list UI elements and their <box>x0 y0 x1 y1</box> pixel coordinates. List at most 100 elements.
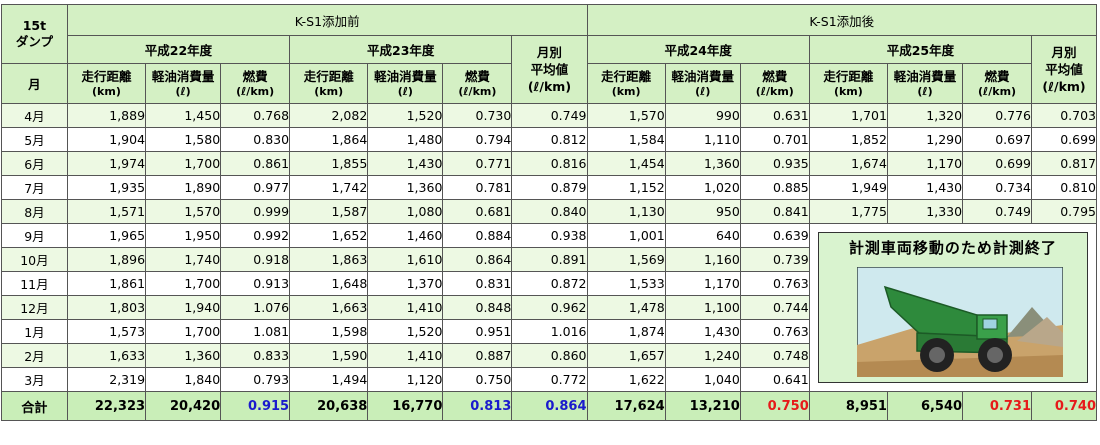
distance-cell: 1,775 <box>808 199 888 224</box>
average-cell: 0.864 <box>511 391 588 421</box>
average-cell: 0.938 <box>511 223 588 248</box>
fuel-cell: 1,410 <box>367 343 444 368</box>
efficiency-cell: 0.951 <box>442 319 513 344</box>
table-row: 8月 1,571 1,570 0.999 1,587 1,080 0.681 0.840 1,1… <box>1 199 1097 224</box>
average-cell: 0.703 <box>1031 103 1097 128</box>
fuel-cell: 1,700 <box>145 319 222 344</box>
efficiency-cell: 0.763 <box>739 319 810 344</box>
fuel-cell: 1,460 <box>367 223 444 248</box>
distance-cell: 1,598 <box>289 319 369 344</box>
fuel-cell: 1,020 <box>664 175 741 200</box>
distance-cell: 1,974 <box>66 151 147 176</box>
vehicle-type-label: ダンプ <box>15 34 53 49</box>
distance-cell: 17,624 <box>586 391 666 421</box>
distance-cell: 1,648 <box>289 271 369 296</box>
fuel-cell: 1,110 <box>664 127 741 152</box>
efficiency-cell: 0.864 <box>442 247 513 272</box>
efficiency-cell: 0.749 <box>962 199 1033 224</box>
fuel-cell: 1,360 <box>367 175 444 200</box>
distance-cell: 1,152 <box>586 175 666 200</box>
efficiency-cell: 0.639 <box>739 223 810 248</box>
efficiency-cell: 0.887 <box>442 343 513 368</box>
efficiency-cell: 0.831 <box>442 271 513 296</box>
table-row: 5月 1,904 1,580 0.830 1,864 1,480 0.794 0.812 1,5… <box>1 127 1097 152</box>
efficiency-cell: 0.794 <box>442 127 513 152</box>
distance-cell: 1,587 <box>289 199 369 224</box>
efficiency-header-label: 燃費 <box>242 68 268 84</box>
distance-cell: 1,652 <box>289 223 369 248</box>
distance-cell: 1,863 <box>289 247 369 272</box>
distance-cell: 1,949 <box>808 175 888 200</box>
average-cell: 0.812 <box>511 127 588 152</box>
efficiency-cell: 0.861 <box>220 151 291 176</box>
efficiency-header-label: 燃費 <box>762 68 788 84</box>
distance-cell: 1,701 <box>808 103 888 128</box>
efficiency-header-unit: (ℓ/km) <box>755 84 794 98</box>
efficiency-cell: 0.701 <box>739 127 810 152</box>
distance-header: 走行距離 (km) <box>289 63 369 104</box>
efficiency-cell: 0.734 <box>962 175 1033 200</box>
efficiency-cell: 0.750 <box>442 367 513 392</box>
fuel-cell: 1,840 <box>145 367 222 392</box>
fuel-cell: 13,210 <box>664 391 741 421</box>
distance-cell: 1,494 <box>289 367 369 392</box>
efficiency-cell: 0.935 <box>739 151 810 176</box>
avg-head-line2: 平均値 <box>1045 62 1083 77</box>
month-cell: 8月 <box>1 199 68 224</box>
efficiency-cell: 0.977 <box>220 175 291 200</box>
fuel-header-unit: (ℓ) <box>175 84 191 98</box>
distance-header: 走行距離 (km) <box>66 63 147 104</box>
month-cell: 1月 <box>1 319 68 344</box>
average-cell: 0.860 <box>511 343 588 368</box>
fuel-cell: 1,430 <box>367 151 444 176</box>
distance-cell: 1,633 <box>66 343 147 368</box>
distance-header-unit: (km) <box>833 84 863 98</box>
distance-cell: 1,674 <box>808 151 888 176</box>
month-cell: 7月 <box>1 175 68 200</box>
distance-cell: 1,130 <box>586 199 666 224</box>
distance-header-label: 走行距離 <box>823 68 874 84</box>
fuel-cell: 16,770 <box>367 391 444 421</box>
distance-header-label: 走行距離 <box>303 68 354 84</box>
month-cell: 6月 <box>1 151 68 176</box>
efficiency-header-label: 燃費 <box>984 68 1010 84</box>
month-cell: 4月 <box>1 103 68 128</box>
efficiency-cell: 0.768 <box>220 103 291 128</box>
distance-cell: 1,584 <box>586 127 666 152</box>
distance-cell: 1,573 <box>66 319 147 344</box>
distance-cell: 1,569 <box>586 247 666 272</box>
fuel-cell: 1,100 <box>664 295 741 320</box>
average-cell: 0.872 <box>511 271 588 296</box>
efficiency-cell: 0.681 <box>442 199 513 224</box>
distance-cell: 1,590 <box>289 343 369 368</box>
fuel-header: 軽油消費量 (ℓ) <box>664 63 741 104</box>
fuel-cell: 1,890 <box>145 175 222 200</box>
average-cell: 0.816 <box>511 151 588 176</box>
distance-cell: 8,951 <box>808 391 888 421</box>
fuel-header-label: 軽油消費量 <box>151 68 215 84</box>
fuel-header-label: 軽油消費量 <box>374 68 437 84</box>
efficiency-header: 燃費 (ℓ/km) <box>220 63 291 104</box>
efficiency-cell: 0.781 <box>442 175 513 200</box>
efficiency-cell: 0.841 <box>739 199 810 224</box>
efficiency-cell: 0.999 <box>220 199 291 224</box>
distance-cell: 1,861 <box>66 271 147 296</box>
efficiency-header-unit: (ℓ/km) <box>978 84 1017 98</box>
distance-cell: 1,622 <box>586 367 666 392</box>
average-cell: 0.740 <box>1031 391 1097 421</box>
fuel-cell: 1,040 <box>664 367 741 392</box>
efficiency-cell: 0.699 <box>962 151 1033 176</box>
efficiency-cell: 0.848 <box>442 295 513 320</box>
efficiency-cell: 0.730 <box>442 103 513 128</box>
fuel-header: 軽油消費量 (ℓ) <box>886 63 964 104</box>
fuel-cell: 1,740 <box>145 247 222 272</box>
average-cell: 0.795 <box>1031 199 1097 224</box>
average-cell: 0.772 <box>511 367 588 392</box>
fuel-cell: 1,360 <box>664 151 741 176</box>
efficiency-cell: 0.771 <box>442 151 513 176</box>
distance-cell: 1,571 <box>66 199 147 224</box>
fuel-cell: 1,370 <box>367 271 444 296</box>
fuel-cell: 1,170 <box>664 271 741 296</box>
efficiency-header-label: 燃費 <box>464 68 490 84</box>
year-header-h24: 平成24年度 <box>586 35 810 64</box>
